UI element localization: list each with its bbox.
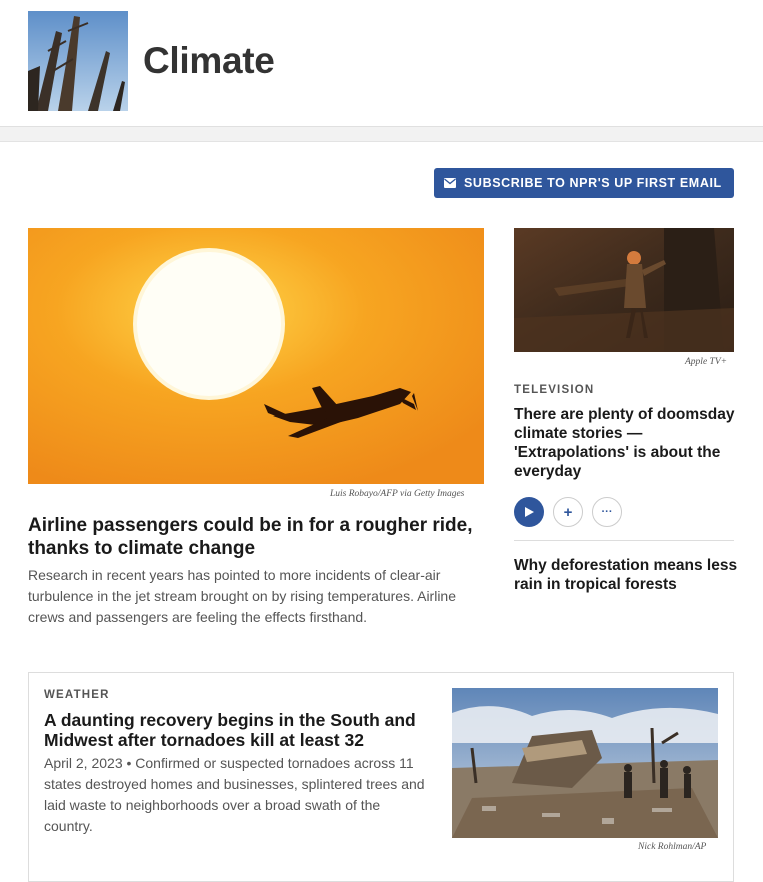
page-title: Climate	[143, 40, 275, 81]
television-story-headline[interactable]: There are plenty of doomsday climate sto…	[514, 405, 739, 481]
weather-slug[interactable]: WEATHER	[44, 689, 110, 701]
header-divider-band	[0, 126, 763, 142]
subscribe-button[interactable]: SUBSCRIBE TO NPR'S UP FIRST EMAIL	[434, 168, 734, 198]
tornado-story-image[interactable]	[452, 688, 718, 838]
weather-story-teaser: April 2, 2023 • Confirmed or suspected t…	[44, 755, 425, 834]
page-header: Climate	[0, 0, 763, 126]
tornado-image-credit: Nick Rohlman/AP	[638, 842, 707, 852]
play-icon	[525, 507, 534, 517]
plus-icon: +	[563, 503, 573, 521]
ellipsis-icon: ···	[601, 506, 613, 518]
play-audio-button[interactable]	[514, 497, 544, 527]
featured-image-credit: Luis Robayo/AFP via Getty Images	[330, 489, 465, 499]
climate-header-image	[28, 11, 128, 111]
featured-story-headline[interactable]: Airline passengers could be in for a rou…	[28, 514, 488, 560]
mail-icon	[444, 178, 456, 188]
more-options-button[interactable]: ···	[592, 497, 622, 527]
television-slug[interactable]: TELEVISION	[514, 384, 594, 396]
deforestation-story-headline[interactable]: Why deforestation means less rain in tro…	[514, 556, 739, 594]
add-to-playlist-button[interactable]: +	[553, 497, 583, 527]
television-image-credit: Apple TV+	[685, 357, 728, 367]
weather-story-headline[interactable]: A daunting recovery begins in the South …	[44, 710, 434, 750]
featured-story-teaser: Research in recent years has pointed to …	[28, 567, 457, 625]
subscribe-label: SUBSCRIBE TO NPR'S UP FIRST EMAIL	[464, 176, 722, 190]
sidebar-divider	[514, 540, 734, 541]
featured-story-image[interactable]	[28, 228, 484, 484]
television-story-image[interactable]	[514, 228, 734, 352]
